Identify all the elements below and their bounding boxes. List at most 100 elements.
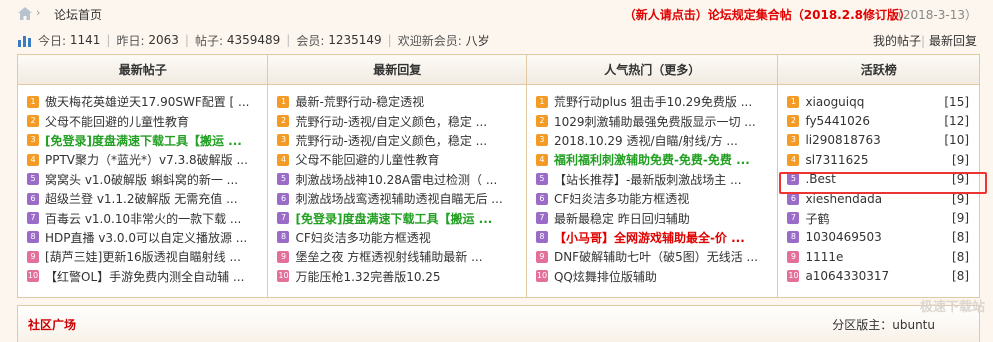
thread-title-link[interactable]: 荒野行动plus 狙击手10.29免费版 ...: [554, 93, 752, 110]
username-link[interactable]: 1111e: [805, 250, 843, 264]
list-item[interactable]: 10 【红警OL】手游免费内测全自动辅 ...: [18, 267, 267, 286]
active-user-row[interactable]: 9 1111e [8]: [778, 247, 979, 266]
username-link[interactable]: xiaoguiqq: [805, 95, 864, 109]
thread-title-link[interactable]: 最新最稳定 昨日回归辅助: [554, 210, 690, 227]
latest-reply-link[interactable]: 最新回复: [929, 34, 977, 48]
rank-badge: 1: [277, 95, 290, 108]
thread-title-link[interactable]: DNF破解辅助七叶（破5图）无线活 ...: [554, 248, 758, 265]
list-item[interactable]: 6 刺激战场战鸾透视辅助透视自瞄无后 ...: [268, 189, 525, 208]
thread-title-link[interactable]: 傲天梅花英雄逆天17.90SWF配置 [ ...: [45, 93, 250, 110]
list-item[interactable]: 8 HDP直播 v3.0.0可以自定义播放源 ...: [18, 228, 267, 247]
list-item[interactable]: 8 【小马哥】全网游戏辅助最全-价 ...: [527, 228, 777, 247]
active-user-row[interactable]: 1 xiaoguiqq [15]: [778, 92, 979, 111]
thread-title-link[interactable]: 万能压枪1.32完善版10.25: [295, 268, 440, 285]
list-item[interactable]: 1 最新-荒野行动-稳定透视: [268, 92, 525, 111]
thread-title-link[interactable]: 荒野行动-透视/自定义颜色，稳定 ...: [295, 113, 487, 130]
breadcrumb-separator: ›: [36, 6, 41, 19]
thread-title-link[interactable]: 父母不能回避的儿童性教育: [45, 113, 189, 130]
list-item[interactable]: 5 【站长推荐】-最新版刺激战场主 ...: [527, 170, 777, 189]
newest-member-link[interactable]: 八岁: [466, 32, 490, 49]
list-item[interactable]: 3 2018.10.29 透视/自瞄/射线/方 ...: [527, 131, 777, 150]
thread-title-link[interactable]: 荒野行动-透视/自定义颜色，稳定 ...: [295, 132, 487, 149]
thread-title-link[interactable]: 父母不能回避的儿童性教育: [295, 151, 439, 168]
active-user-row[interactable]: 7 子鹤 [9]: [778, 208, 979, 227]
list-item-content: 1 荒野行动plus 狙击手10.29免费版 ...: [535, 93, 752, 110]
thread-title-link[interactable]: 【站长推荐】-最新版刺激战场主 ...: [554, 171, 742, 188]
rank-badge: 10: [787, 270, 800, 283]
list-item[interactable]: 2 荒野行动-透视/自定义颜色，稳定 ...: [268, 111, 525, 130]
username-link[interactable]: fy5441026: [805, 114, 870, 128]
list-item[interactable]: 5 窝窝头 v1.0破解版 蝌蚪窝的新一 ...: [18, 170, 267, 189]
thread-title-link[interactable]: HDP直播 v3.0.0可以自定义播放源 ...: [45, 229, 247, 246]
list-item[interactable]: 9 [葫芦三娃]更新16版透视自瞄射线 ...: [18, 247, 267, 266]
list-item[interactable]: 10 万能压枪1.32完善版10.25: [268, 267, 525, 286]
thread-title-link[interactable]: 百毒云 v1.0.10非常火的一款下载 ...: [45, 210, 241, 227]
thread-title-link[interactable]: 福利福利刺激辅助免费-免费-免费 ...: [554, 151, 750, 168]
thread-title-link[interactable]: [免登录]度盘满速下载工具【搬运 ...: [45, 132, 242, 149]
thread-title-link[interactable]: 【小马哥】全网游戏辅助最全-价 ...: [554, 229, 745, 246]
list-item[interactable]: 1 荒野行动plus 狙击手10.29免费版 ...: [527, 92, 777, 111]
list-item-content: 9 DNF破解辅助七叶（破5图）无线活 ...: [535, 248, 758, 265]
list-item-content: 3 2018.10.29 透视/自瞄/射线/方 ...: [535, 132, 738, 149]
thread-title-link[interactable]: QQ炫舞排位版辅助: [554, 268, 657, 285]
list-item[interactable]: 7 百毒云 v1.0.10非常火的一款下载 ...: [18, 208, 267, 227]
home-icon[interactable]: [18, 7, 32, 20]
username-link[interactable]: sl7311625: [805, 153, 868, 167]
list-item[interactable]: 6 CF妇炎洁多功能方框透视: [527, 189, 777, 208]
thread-title-link[interactable]: 堡垒之夜 方框透视射线辅助最新 ...: [295, 248, 482, 265]
thread-title-link[interactable]: 超级兰登 v1.1.2破解版 无需充值 ...: [45, 190, 238, 207]
rules-notice-link[interactable]: （新人请点击）论坛规定集合帖（2018.2.8修订版）: [624, 6, 911, 23]
list-item[interactable]: 1 傲天梅花英雄逆天17.90SWF配置 [ ...: [18, 92, 267, 111]
active-user-row[interactable]: 8 1030469503 [8]: [778, 228, 979, 247]
list-item[interactable]: 9 DNF破解辅助七叶（破5图）无线活 ...: [527, 247, 777, 266]
thread-title-link[interactable]: CF妇炎洁多功能方框透视: [295, 229, 430, 246]
list-item[interactable]: 5 刺激战场战神10.28A雷电过检测（ ...: [268, 170, 525, 189]
username-link[interactable]: xieshendada: [805, 192, 882, 206]
list-item[interactable]: 4 父母不能回避的儿童性教育: [268, 150, 525, 169]
moderator-name[interactable]: ubuntu: [892, 318, 935, 332]
active-user-row[interactable]: 6 xieshendada [9]: [778, 189, 979, 208]
rank-badge: 9: [787, 250, 800, 263]
thread-title-link[interactable]: 【红警OL】手游免费内测全自动辅 ...: [45, 268, 244, 285]
username-link[interactable]: 1030469503: [805, 230, 881, 244]
thread-title-link[interactable]: 刺激战场战神10.28A雷电过检测（ ...: [295, 171, 497, 188]
community-title[interactable]: 社区广场: [28, 316, 76, 333]
username-link[interactable]: .Best: [805, 172, 835, 186]
rank-badge: 6: [27, 192, 39, 205]
list-item[interactable]: 10 QQ炫舞排位版辅助: [527, 267, 777, 286]
active-user-row[interactable]: 3 li290818763 [10]: [778, 131, 979, 150]
active-user-row[interactable]: 10 a1064330317 [8]: [778, 267, 979, 286]
header-hot-topics[interactable]: 人气热门（更多）: [527, 55, 779, 84]
active-user-row[interactable]: 2 fy5441026 [12]: [778, 111, 979, 130]
list-item[interactable]: 4 PPTV聚力（*蓝光*）v7.3.8破解版 ...: [18, 150, 267, 169]
thread-title-link[interactable]: CF妇炎洁多功能方框透视: [554, 190, 689, 207]
list-item-content: 8 【小马哥】全网游戏辅助最全-价 ...: [535, 229, 745, 246]
breadcrumb-forum-home[interactable]: 论坛首页: [54, 6, 102, 23]
thread-title-link[interactable]: [葫芦三娃]更新16版透视自瞄射线 ...: [45, 248, 241, 265]
thread-title-link[interactable]: [免登录]度盘满速下载工具【搬运 ...: [295, 210, 492, 227]
list-item-content: 2 1029刺激辅助最强免费版显示一切 ...: [535, 113, 756, 130]
thread-title-link[interactable]: 最新-荒野行动-稳定透视: [295, 93, 424, 110]
thread-title-link[interactable]: 1029刺激辅助最强免费版显示一切 ...: [554, 113, 756, 130]
list-item[interactable]: 6 超级兰登 v1.1.2破解版 无需充值 ...: [18, 189, 267, 208]
thread-title-link[interactable]: 窝窝头 v1.0破解版 蝌蚪窝的新一 ...: [45, 171, 238, 188]
list-item[interactable]: 2 父母不能回避的儿童性教育: [18, 111, 267, 130]
list-item[interactable]: 4 福利福利刺激辅助免费-免费-免费 ...: [527, 150, 777, 169]
username-link[interactable]: li290818763: [805, 133, 880, 147]
active-user-row[interactable]: 4 sl7311625 [9]: [778, 150, 979, 169]
my-posts-link[interactable]: 我的帖子: [873, 34, 921, 48]
list-item[interactable]: 2 1029刺激辅助最强免费版显示一切 ...: [527, 111, 777, 130]
username-link[interactable]: a1064330317: [805, 269, 889, 283]
active-user-row[interactable]: 5 .Best [9]: [778, 170, 979, 189]
thread-title-link[interactable]: 2018.10.29 透视/自瞄/射线/方 ...: [554, 132, 738, 149]
list-item[interactable]: 8 CF妇炎洁多功能方框透视: [268, 228, 525, 247]
list-item[interactable]: 3 荒野行动-透视/自定义颜色，稳定 ...: [268, 131, 525, 150]
rank-badge: 9: [277, 250, 290, 263]
list-item[interactable]: 7 [免登录]度盘满速下载工具【搬运 ...: [268, 208, 525, 227]
list-item[interactable]: 7 最新最稳定 昨日回归辅助: [527, 208, 777, 227]
list-item[interactable]: 9 堡垒之夜 方框透视射线辅助最新 ...: [268, 247, 525, 266]
username-link[interactable]: 子鹤: [805, 210, 829, 227]
list-item[interactable]: 3 [免登录]度盘满速下载工具【搬运 ...: [18, 131, 267, 150]
thread-title-link[interactable]: PPTV聚力（*蓝光*）v7.3.8破解版 ...: [45, 151, 248, 168]
thread-title-link[interactable]: 刺激战场战鸾透视辅助透视自瞄无后 ...: [295, 190, 502, 207]
